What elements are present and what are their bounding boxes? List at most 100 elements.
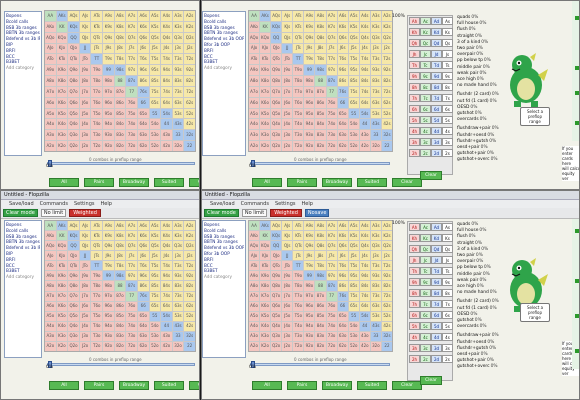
hand-cell[interactable]: J9s: [103, 43, 114, 54]
board-card[interactable]: 9s: [442, 72, 453, 80]
hand-cell[interactable]: A4s: [359, 11, 370, 21]
board-card[interactable]: Ah: [409, 223, 420, 231]
hand-cell[interactable]: 76s: [337, 291, 348, 301]
hand-cell[interactable]: ATo: [249, 54, 260, 65]
hand-cell[interactable]: 84o: [114, 321, 126, 331]
hand-cell[interactable]: A2s: [381, 11, 392, 21]
hand-cell[interactable]: KQo: [56, 241, 68, 251]
hand-cell[interactable]: QJs: [282, 32, 293, 43]
hand-cell[interactable]: K8s: [114, 231, 126, 241]
hand-cell[interactable]: AQs: [271, 221, 282, 231]
hand-cell[interactable]: 95o: [103, 311, 114, 321]
board-card[interactable]: 8d: [431, 83, 442, 91]
hand-cell[interactable]: J4o: [79, 119, 91, 130]
hand-cell[interactable]: 97o: [103, 291, 114, 301]
hand-cell[interactable]: 97o: [103, 86, 114, 97]
hand-cell[interactable]: 65o: [337, 108, 348, 119]
range-preset-button[interactable]: Broadway: [322, 381, 352, 390]
hand-cell[interactable]: J7s: [326, 251, 337, 261]
hand-cell[interactable]: KQs: [271, 231, 282, 241]
hand-cell[interactable]: 84s: [359, 76, 370, 86]
hand-cell[interactable]: J7o: [282, 86, 293, 97]
hand-cell[interactable]: 43s: [172, 119, 184, 130]
hand-cell[interactable]: AQo: [45, 32, 56, 43]
hand-cell[interactable]: A4o: [249, 321, 260, 331]
hand-cell[interactable]: 53o: [348, 130, 359, 141]
hand-cell[interactable]: A6o: [45, 301, 56, 311]
hand-cell[interactable]: JTo: [79, 54, 91, 65]
hand-cell[interactable]: K6s: [137, 21, 149, 32]
hand-cell[interactable]: 82o: [114, 341, 126, 351]
hand-cell[interactable]: 88: [114, 76, 126, 86]
hand-cell[interactable]: 66: [337, 97, 348, 108]
hand-cell[interactable]: A9s: [103, 11, 114, 21]
hand-cell[interactable]: J4s: [359, 43, 370, 54]
hand-cell[interactable]: K2s: [381, 21, 392, 32]
range-preset-button[interactable]: Broadway: [119, 178, 149, 187]
board-card[interactable]: 2c: [420, 355, 431, 363]
hand-cell[interactable]: 42s: [381, 321, 392, 331]
hand-cell[interactable]: J5s: [348, 43, 359, 54]
hand-cell[interactable]: J3o: [282, 130, 293, 141]
hand-cell[interactable]: A2s: [381, 221, 392, 231]
hand-cell[interactable]: A3s: [370, 11, 381, 21]
hand-cell[interactable]: 22: [381, 141, 392, 151]
hand-cell[interactable]: K9s: [103, 231, 114, 241]
board-card[interactable]: 8h: [409, 289, 420, 297]
hand-cell[interactable]: Q7o: [271, 291, 282, 301]
board-card[interactable]: 4h: [409, 333, 420, 341]
hand-cell[interactable]: 86o: [315, 301, 326, 311]
hand-cell[interactable]: T5o: [91, 108, 103, 119]
board-card[interactable]: Ts: [442, 267, 453, 275]
hand-cell[interactable]: 52o: [348, 141, 359, 151]
hand-cell[interactable]: A8o: [249, 281, 260, 291]
hand-cell[interactable]: KTo: [56, 54, 68, 65]
hand-cell[interactable]: TT: [91, 54, 103, 65]
menu-item[interactable]: Help: [100, 200, 111, 208]
hand-cell[interactable]: K5s: [149, 21, 161, 32]
hand-cell[interactable]: T4o: [293, 321, 304, 331]
hand-cell[interactable]: Q3o: [271, 331, 282, 341]
hand-cell[interactable]: K6o: [56, 97, 68, 108]
hand-cell[interactable]: A8s: [315, 221, 326, 231]
hand-cell[interactable]: KJs: [79, 21, 91, 32]
board-card[interactable]: 6d: [431, 311, 442, 319]
board-card[interactable]: 9c: [420, 278, 431, 286]
range-preset-button[interactable]: Pairs: [287, 178, 317, 187]
hand-cell[interactable]: A6s: [137, 221, 149, 231]
hand-cell[interactable]: Q8o: [68, 76, 79, 86]
hand-cell[interactable]: K9o: [56, 271, 68, 281]
board-card[interactable]: Th: [409, 267, 420, 275]
board-card[interactable]: 6c: [420, 311, 431, 319]
board-card[interactable]: Ks: [442, 28, 453, 36]
board-card[interactable]: Kc: [420, 28, 431, 36]
hand-cell[interactable]: T8s: [315, 261, 326, 271]
hand-cell[interactable]: 75o: [326, 311, 337, 321]
hand-cell[interactable]: 74o: [126, 321, 137, 331]
hand-category-row[interactable]: no made hand0%: [457, 83, 499, 89]
range-preset-button[interactable]: All: [252, 381, 282, 390]
hand-cell[interactable]: T2o: [293, 141, 304, 151]
hand-cell[interactable]: KK: [260, 231, 271, 241]
hand-cell[interactable]: 43s: [370, 119, 381, 130]
hand-cell[interactable]: 52s: [184, 311, 195, 321]
hand-cell[interactable]: 95o: [103, 108, 114, 119]
board-card[interactable]: 5c: [420, 322, 431, 330]
range-category-list[interactable]: Bopens Bcold calls BSB 3b ranges BBTN 3b ra…: [4, 11, 42, 156]
range-preset-button[interactable]: All: [49, 381, 79, 390]
hand-cell[interactable]: Q7s: [326, 241, 337, 251]
hand-cell[interactable]: 94s: [161, 271, 172, 281]
hand-cell[interactable]: 64o: [337, 321, 348, 331]
hand-cell[interactable]: K9s: [304, 21, 315, 32]
board-card[interactable]: 2h: [409, 355, 420, 363]
hand-cell[interactable]: ATs: [293, 11, 304, 21]
board-card[interactable]: Th: [409, 61, 420, 69]
hand-cell[interactable]: 96s: [337, 65, 348, 76]
hand-cell[interactable]: A5s: [149, 221, 161, 231]
hand-cell[interactable]: 76s: [137, 86, 149, 97]
hand-cell[interactable]: 62s: [184, 301, 195, 311]
hand-cell[interactable]: 86s: [137, 281, 149, 291]
board-card[interactable]: Jd: [431, 256, 442, 264]
board-card[interactable]: 3h: [409, 138, 420, 146]
hand-cell[interactable]: 85o: [114, 311, 126, 321]
